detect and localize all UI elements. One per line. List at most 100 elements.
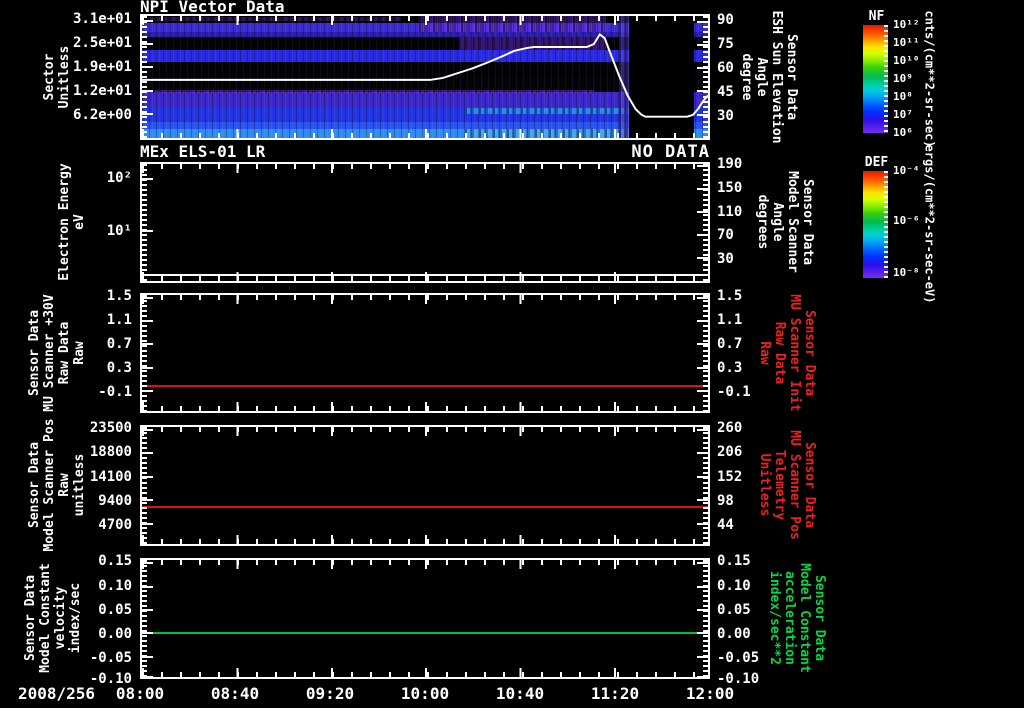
p5-left-axis-label: Sensor Data Model Constant velocity inde… [23,563,83,673]
y-major-tick [142,43,153,46]
y-major-tick [697,389,708,392]
tick-label: 30 [717,107,734,124]
tick-label: 0.05 [98,602,132,619]
tick-label: 10⁻⁸ [893,265,920,279]
colorbar-def [863,171,888,278]
tick-label: 0.7 [717,336,743,352]
y-major-tick [697,499,708,502]
tick-label: 10⁻⁴ [893,164,920,177]
y-major-tick [697,676,708,678]
x-major-ticks [142,402,708,411]
panel-mu-scanner-raw [140,293,710,413]
time-tick-label: 10:40 [495,684,545,703]
time-tick-label: 12:00 [685,684,735,703]
tick-label: 98 [717,492,734,509]
tick-label: 10⁻⁶ [893,214,920,228]
tick-label: 10⁶ [893,126,913,139]
x-major-ticks [142,16,708,25]
y-major-tick [142,609,153,612]
tick-label: 1.1 [717,312,743,328]
tick-label: 0.10 [98,577,132,594]
tick-label: 10⁸ [893,90,913,104]
y-major-tick [142,655,153,658]
tick-label: 1.1 [106,312,132,328]
y-major-tick [142,366,153,369]
tick-label: 45 [717,83,734,100]
y-major-tick [142,476,153,479]
y-major-tick [142,89,153,92]
scanner-pos-line [142,506,708,509]
tick-label: 10⁹ [893,72,913,85]
panel2-title: MEx ELS-01 LR [140,142,266,161]
p2-right-axis-label: Sensor Data Model Scanner Angle degrees [755,171,815,273]
tick-label: 1.5 [106,288,132,304]
y-major-tick [697,343,708,346]
y-major-tick [142,296,153,299]
tick-label: 1.9e+01 [72,59,132,76]
x-major-ticks [142,535,708,544]
tick-label: 10¹ [106,222,132,239]
colorbar-ticks [884,25,888,133]
tick-label: 4700 [98,516,132,533]
tick-label: 110 [717,203,743,220]
y-major-tick [697,188,708,191]
y-major-tick [697,320,708,323]
y-major-tick [142,632,153,635]
y-major-tick [142,522,153,525]
y-minor-ticks-right [703,560,708,677]
p1-left-axis-label: Sector Unitless [42,45,72,109]
tick-label: 44 [717,516,734,533]
tick-label: 2.5e+01 [72,34,132,51]
panel-npi-spectrogram [140,14,710,140]
y-major-tick [697,165,708,168]
colorbar-nf [863,25,888,133]
y-major-tick [697,113,708,116]
y-major-tick [142,112,153,115]
p4-left-axis-label: Sensor Data Model Scanner Pos Raw unitle… [27,418,87,552]
y-major-tick [142,586,153,589]
tick-label: 0.3 [717,360,743,376]
x-major-ticks [142,164,708,173]
y-major-tick [697,296,708,299]
y-major-tick [697,586,708,589]
p1-right-axis-label: Sensor Data ESH Sun Elevation Angle degr… [739,10,799,144]
tick-label: 260 [717,420,743,437]
tick-label: 90 [717,12,734,29]
p3-right-axis-label: Sensor Data MU Scanner Init Raw Data Raw [757,294,817,412]
tick-label: 0.3 [106,360,132,376]
colorbar-def-title: DEF [864,155,889,170]
tick-label: 18800 [89,444,132,461]
x-major-ticks [142,129,708,138]
y-major-tick [142,19,153,22]
time-tick-label: 10:00 [400,684,450,703]
tick-label: 190 [717,156,743,173]
y-major-tick [142,229,153,232]
y-major-tick [142,452,153,455]
tick-label: 206 [717,444,743,461]
colorbar-ticks [884,171,888,278]
y-major-tick [142,499,153,502]
y-minor-ticks-left [142,16,147,138]
panel-model-velocity [140,558,710,679]
y-major-tick [142,320,153,323]
tick-label: 0.10 [717,577,751,594]
x-major-ticks [142,560,708,569]
tick-label: 10⁷ [893,107,913,121]
tick-label: 10¹⁰ [893,53,920,67]
y-minor-ticks-right [703,295,708,411]
tick-label: 10¹¹ [893,36,920,50]
y-major-tick [697,210,708,213]
x-major-ticks [142,295,708,304]
tick-label: 0.00 [98,625,132,642]
y-minor-ticks-right [703,164,708,281]
date-label: 2008/256 [18,684,96,703]
tick-label: 0.00 [717,625,751,642]
x-major-ticks [142,272,708,281]
panel-els-spectrogram [140,162,710,283]
y-minor-ticks-left [142,427,147,544]
tick-label: 3.1e+01 [72,11,132,28]
y-major-tick [142,676,153,678]
tick-label: 0.7 [106,336,132,352]
y-major-tick [142,66,153,69]
tick-label: 70 [717,227,734,244]
